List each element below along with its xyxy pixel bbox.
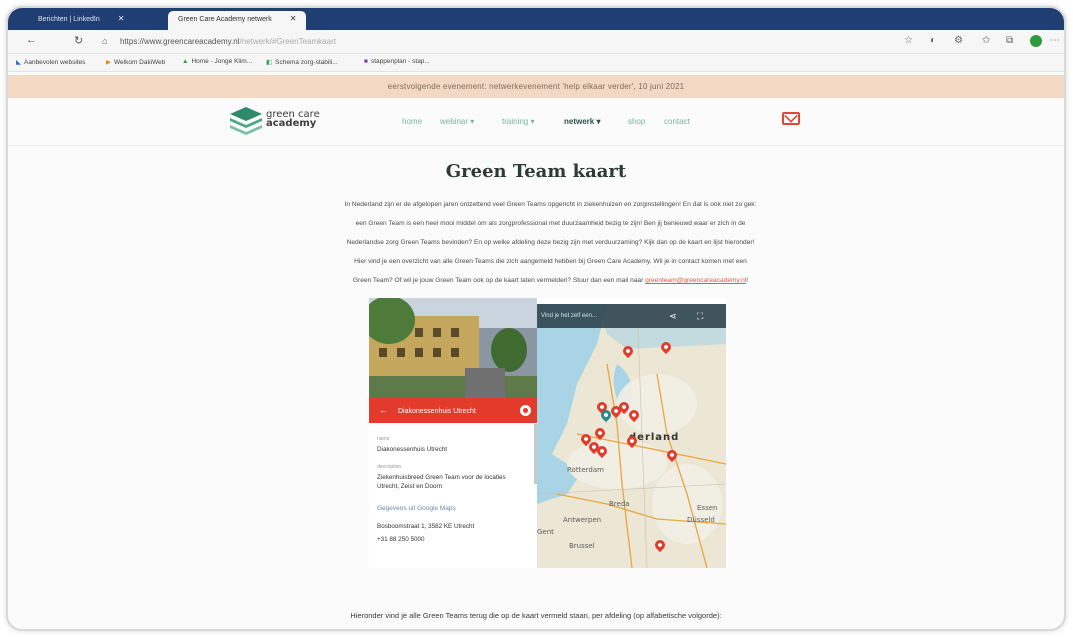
intro-paragraph: In Nederland zijn er de afgelopen jaren …	[258, 195, 843, 290]
email-link[interactable]: greenteam@greencareacademy.nl	[645, 277, 746, 284]
selected-place-header: ← Diakonessenhuis Utrecht	[369, 398, 537, 423]
bookmark-icon: ▶	[106, 59, 111, 66]
bookmark-label: Home - Jonge Klim...	[191, 58, 253, 65]
green-team-map-embed: ← Diakonessenhuis Utrecht name Diakonesse…	[369, 298, 726, 568]
bookmark-item[interactable]: ■ stappenplan - stap...	[364, 58, 430, 65]
phone-value: +31 88 250 5000	[377, 536, 425, 543]
extension-icon[interactable]: ◐	[930, 35, 936, 46]
browser-tab-greencare[interactable]: Green Care Academy netwerk ✕	[168, 11, 307, 30]
back-arrow-icon[interactable]: ←	[379, 405, 388, 415]
tab-label: Berichten | LinkedIn	[38, 16, 100, 23]
page-title: Green Team kaart	[445, 161, 627, 182]
back-icon[interactable]: ←	[26, 34, 37, 46]
favorite-star-icon[interactable]: ☆	[904, 35, 913, 46]
favorites-icon[interactable]: ✩	[982, 35, 990, 46]
site-header: green care academy home webinar ▾ traini…	[8, 98, 1064, 146]
bookmark-icon: ▲	[182, 58, 189, 65]
bookmark-label: Aanbevolen websites	[24, 59, 86, 66]
nav-webinar[interactable]: webinar ▾	[440, 117, 474, 126]
bookmark-item[interactable]: ▶ Welkom DakiWeb	[106, 58, 165, 66]
map-toolbar-text: Vind je het zelf een...	[541, 313, 597, 319]
bookmark-label: Schema zorg-stabili...	[275, 59, 338, 66]
nav-home[interactable]: home	[402, 117, 422, 126]
bookmark-label: stappenplan - stap...	[370, 58, 430, 65]
nav-contact[interactable]: contact	[664, 117, 690, 126]
profile-avatar[interactable]	[1030, 35, 1042, 47]
intro-line: Hier vind je een overzicht van alle Gree…	[354, 258, 747, 265]
url-path: /netwerk/#GreenTeamkaart	[239, 37, 336, 46]
bookmark-item[interactable]: ◧ Schema zorg-stabili...	[266, 58, 338, 66]
logo-icon[interactable]	[228, 106, 264, 136]
bookmark-icon: ◧	[266, 59, 273, 66]
map-label-breda: Breda	[609, 500, 630, 508]
refresh-icon[interactable]: ↻	[74, 34, 83, 47]
mail-icon[interactable]	[782, 112, 800, 125]
map-label-gent: Gent	[537, 528, 554, 536]
close-icon[interactable]: ✕	[118, 14, 125, 23]
map-label-dusseldorf: Düsseld	[687, 516, 715, 524]
announcement-text: eerstvolgende evenement: netwerkevenemen…	[387, 82, 685, 91]
description-value: Ziekenhuisbreed Green Team voor de locat…	[377, 474, 506, 490]
name-value: Diakonessenhuis Utrecht	[377, 446, 448, 453]
fullscreen-icon[interactable]: ⛶	[697, 304, 703, 328]
address-bar: ← ↻ ⌂ https://www.greencareacademy.nl/ne…	[8, 30, 1064, 54]
bookmark-icon: ■	[364, 58, 368, 65]
map-view[interactable]: Vind je het zelf een... ⋖ ⛶ derland Rott…	[537, 304, 726, 568]
browser-tab-linkedin[interactable]: Berichten | LinkedIn ✕	[28, 11, 134, 30]
nav-netwerk[interactable]: netwerk ▾	[564, 117, 600, 126]
lock-icon: ⌂	[102, 36, 108, 46]
tab-label: Green Care Academy netwerk	[178, 16, 272, 23]
address-value: Bosboomstraat 1, 3582 KE Utrecht	[377, 523, 475, 530]
browser-window: Berichten | LinkedIn ✕ Green Care Academy…	[6, 6, 1066, 631]
intro-line-end: !	[746, 277, 749, 284]
more-menu-icon[interactable]: ⋯	[1050, 35, 1060, 46]
bookmark-item[interactable]: ◣ Aanbevolen websites	[16, 58, 85, 66]
bookmark-item[interactable]: ▲ Home - Jonge Klim...	[182, 58, 252, 65]
name-label: name	[377, 436, 390, 442]
nav-shop[interactable]: shop	[628, 117, 645, 126]
announcement-banner[interactable]: eerstvolgende evenement: netwerkevenemen…	[8, 75, 1064, 98]
google-maps-section: Gegevens uit Google Maps	[377, 505, 456, 512]
map-toolbar: Vind je het zelf een... ⋖ ⛶	[537, 304, 726, 328]
intro-line: een Green Team is een heel mooi middel o…	[355, 220, 746, 227]
map-label-antwerpen: Antwerpen	[563, 516, 602, 524]
logo-text[interactable]: green care academy	[266, 110, 320, 129]
bookmark-label: Welkom DakiWeb	[114, 59, 166, 66]
bookmark-icon: ◣	[16, 59, 21, 66]
intro-line: Green Team? Of wil je jouw Green Team oo…	[258, 271, 843, 290]
intro-line: In Nederland zijn er de afgelopen jaren …	[344, 201, 757, 208]
intro-line: Nederlandse zorg Green Teams bevinden? E…	[346, 239, 755, 246]
bookmarks-bar: ◣ Aanbevolen websites ▶ Welkom DakiWeb ▲ Ho…	[8, 54, 1064, 72]
place-info-panel: name Diakonessenhuis Utrecht description…	[377, 436, 527, 554]
map-label-brussel: Brussel	[569, 542, 595, 550]
selected-place-title: Diakonessenhuis Utrecht	[398, 408, 476, 415]
collections-icon[interactable]: ⧉	[1006, 35, 1013, 46]
share-icon[interactable]: ⋖	[669, 304, 677, 328]
url-field[interactable]: https://www.greencareacademy.nl/netwerk/…	[120, 37, 336, 46]
nav-training[interactable]: training ▾	[502, 117, 534, 126]
browser-tab-bar: Berichten | LinkedIn ✕ Green Care Academy…	[8, 8, 1064, 30]
settings-icon[interactable]: ⚙	[954, 35, 963, 46]
description-label: description	[377, 464, 402, 470]
map-label-essen: Essen	[697, 504, 718, 512]
url-domain: https://www.greencareacademy.nl	[120, 37, 240, 46]
map-pin-icon[interactable]	[520, 405, 531, 416]
logo-line-2: academy	[266, 118, 317, 129]
list-intro-text: Hieronder vind je alle Green Teams terug…	[350, 611, 722, 620]
location-photo	[369, 298, 537, 398]
intro-line-text: Green Team? Of wil je jouw Green Team oo…	[352, 277, 646, 284]
map-label-rotterdam: Rotterdam	[567, 466, 604, 474]
close-icon[interactable]: ✕	[290, 14, 297, 23]
